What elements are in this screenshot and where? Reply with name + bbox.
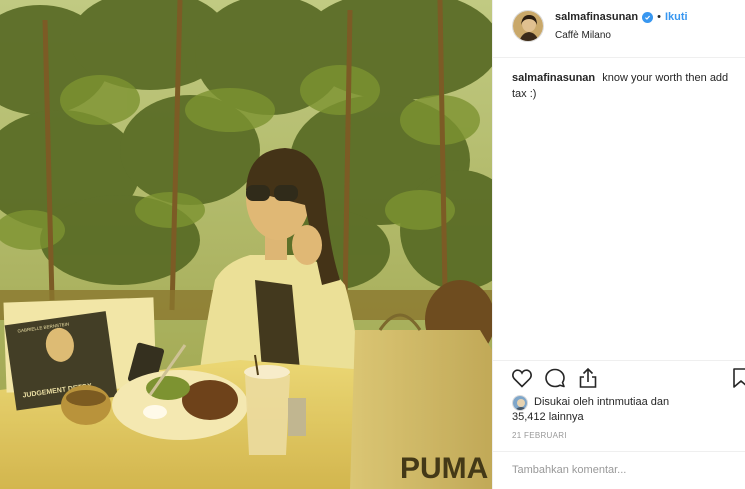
avatar[interactable] bbox=[512, 10, 544, 42]
username-link[interactable]: salmafinasunan bbox=[555, 11, 638, 23]
actions-section: Disukai oleh intnmutiaa dan 35,412 lainn… bbox=[493, 360, 745, 489]
post-date[interactable]: 21 FEBRUARI bbox=[512, 431, 567, 440]
caption: salmafinasunan know your worth then add … bbox=[512, 70, 740, 102]
share-icon[interactable] bbox=[576, 366, 600, 390]
likes-count-text[interactable]: 35,412 lainnya bbox=[512, 410, 712, 425]
likes-text-line1[interactable]: Disukai oleh intnmutiaa dan bbox=[512, 395, 712, 410]
post-photo[interactable]: JUDGEMENT DETOX GABRIELLE BERNSTEIN PUMA bbox=[0, 0, 492, 489]
post-photo-illustration: JUDGEMENT DETOX GABRIELLE BERNSTEIN PUMA bbox=[0, 0, 492, 489]
location-link[interactable]: Caffè Milano bbox=[555, 30, 611, 41]
verified-badge-icon bbox=[642, 11, 654, 23]
bookmark-icon[interactable] bbox=[729, 366, 745, 390]
heart-icon[interactable] bbox=[510, 366, 534, 390]
action-icons bbox=[510, 366, 600, 390]
post-header: salmafinasunan • Ikuti Caffè Milano bbox=[493, 0, 745, 58]
follow-button[interactable]: Ikuti bbox=[665, 11, 688, 23]
caption-username-link[interactable]: salmafinasunan bbox=[512, 72, 595, 84]
likes-summary: Disukai oleh intnmutiaa dan 35,412 lainn… bbox=[512, 395, 712, 425]
dot-separator: • bbox=[657, 11, 661, 23]
liker-avatar[interactable] bbox=[512, 395, 528, 411]
post-side-panel: salmafinasunan • Ikuti Caffè Milano salm… bbox=[492, 0, 745, 489]
comment-input[interactable] bbox=[512, 462, 732, 478]
header-line: salmafinasunan • Ikuti bbox=[555, 11, 688, 23]
comment-box bbox=[493, 451, 745, 489]
comment-bubble-icon[interactable] bbox=[543, 366, 567, 390]
